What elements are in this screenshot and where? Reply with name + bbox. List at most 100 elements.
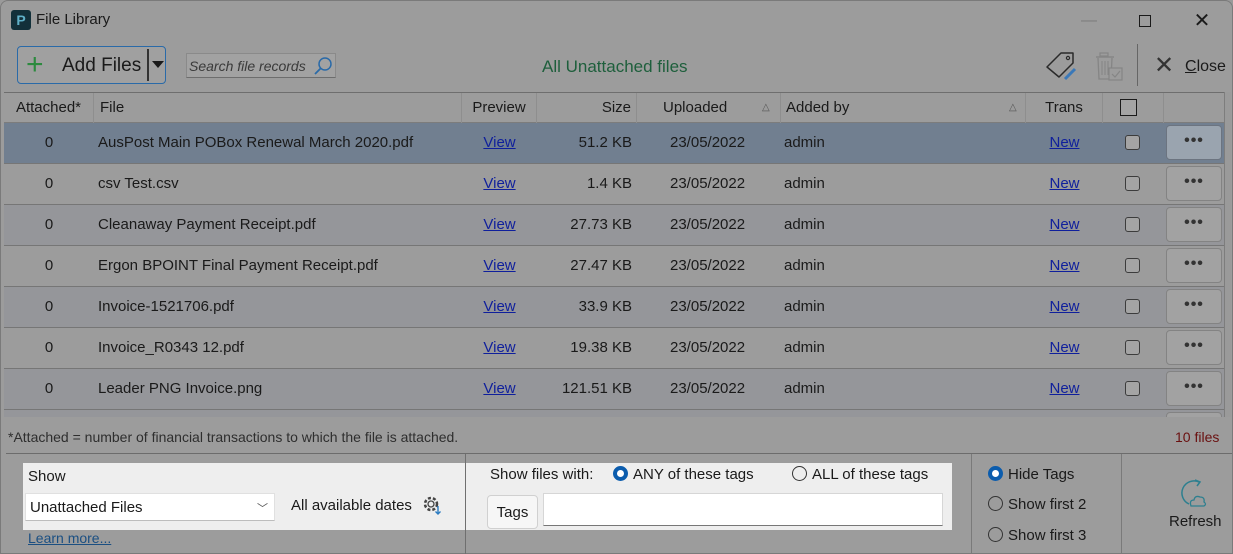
attached-count: 0 — [44, 380, 54, 397]
uploaded-date: 23/05/2022 — [670, 134, 746, 151]
row-more-button[interactable] — [1166, 412, 1222, 417]
new-transaction-link[interactable]: New — [1049, 298, 1079, 315]
row-more-button[interactable]: ••• — [1166, 207, 1222, 242]
table-row-partial[interactable] — [4, 410, 1230, 417]
footer-divider — [6, 453, 1232, 454]
file-size: 51.2 KB — [578, 134, 632, 151]
added-by: admin — [784, 216, 825, 233]
row-checkbox[interactable] — [1125, 299, 1140, 314]
split-divider — [147, 49, 149, 81]
file-name: Invoice-1521706.pdf — [98, 298, 234, 315]
attached-count: 0 — [44, 257, 54, 274]
table-row[interactable]: 0 Invoice-1521706.pdf View 33.9 KB 23/05/202… — [4, 287, 1230, 328]
view-link[interactable]: View — [483, 298, 515, 315]
hide-tags-radio[interactable] — [988, 466, 1003, 481]
panel-divider — [1121, 454, 1122, 554]
attached-count: 0 — [44, 298, 54, 315]
show-select[interactable]: Unattached Files ﹀ — [25, 493, 275, 521]
show-select-value: Unattached Files — [30, 499, 143, 516]
view-link[interactable]: View — [483, 134, 515, 151]
any-tags-label[interactable]: ANY of these tags — [633, 466, 754, 483]
table-row[interactable]: 0 Ergon BPOINT Final Payment Receipt.pdf V… — [4, 246, 1230, 287]
tags-input[interactable] — [543, 493, 943, 526]
close-icon[interactable]: ✕ — [1154, 54, 1174, 78]
table-row[interactable]: 0 AusPost Main POBox Renewal March 2020.p… — [4, 123, 1230, 164]
tag-edit-icon[interactable] — [1043, 49, 1079, 83]
col-preview[interactable]: Preview — [462, 93, 537, 123]
new-transaction-link[interactable]: New — [1049, 339, 1079, 356]
show-first-3-label[interactable]: Show first 3 — [1008, 527, 1086, 544]
minimize-button[interactable]: — — [1069, 7, 1109, 35]
new-transaction-link[interactable]: New — [1049, 216, 1079, 233]
show-first-3-radio[interactable] — [988, 527, 1003, 542]
view-link[interactable]: View — [483, 257, 515, 274]
show-first-2-radio[interactable] — [988, 496, 1003, 511]
row-checkbox[interactable] — [1125, 135, 1140, 150]
file-name: Invoice_R0343 12.pdf — [98, 339, 244, 356]
view-link[interactable]: View — [483, 175, 515, 192]
dropdown-caret-icon[interactable] — [152, 61, 164, 68]
search-icon[interactable] — [313, 56, 333, 76]
row-more-button[interactable]: ••• — [1166, 371, 1222, 406]
row-more-button[interactable]: ••• — [1166, 166, 1222, 201]
add-files-button[interactable]: + Add Files — [17, 46, 166, 84]
col-uploaded[interactable]: Uploaded △ — [637, 93, 781, 123]
table-row[interactable]: 0 Leader PNG Invoice.png View 121.51 KB 23/0… — [4, 369, 1230, 410]
row-more-button[interactable]: ••• — [1166, 248, 1222, 283]
view-link[interactable]: View — [483, 380, 515, 397]
maximize-icon — [1139, 14, 1151, 27]
date-range-label: All available dates — [291, 497, 412, 514]
search-box — [186, 53, 336, 78]
view-heading: All Unattached files — [542, 57, 688, 76]
grid-scrollbar[interactable] — [1224, 92, 1231, 417]
row-checkbox[interactable] — [1125, 258, 1140, 273]
refresh-icon[interactable] — [1175, 476, 1211, 512]
table-row[interactable]: 0 Invoice_R0343 12.pdf View 19.38 KB 23/05/2… — [4, 328, 1230, 369]
learn-more-link[interactable]: Learn more... — [28, 530, 111, 546]
col-attached[interactable]: Attached* — [4, 93, 94, 123]
attached-footnote: *Attached = number of financial transact… — [8, 429, 459, 445]
refresh-button[interactable]: Refresh — [1169, 513, 1222, 530]
hide-tags-label[interactable]: Hide Tags — [1008, 466, 1074, 483]
table-row[interactable]: 0 Cleanaway Payment Receipt.pdf View 27.73 … — [4, 205, 1230, 246]
all-tags-radio[interactable] — [792, 466, 807, 481]
row-more-button[interactable]: ••• — [1166, 125, 1222, 160]
added-by: admin — [784, 298, 825, 315]
new-transaction-link[interactable]: New — [1049, 175, 1079, 192]
view-link[interactable]: View — [483, 216, 515, 233]
maximize-button[interactable] — [1125, 7, 1165, 35]
toolbar-divider — [1137, 44, 1138, 86]
new-transaction-link[interactable]: New — [1049, 257, 1079, 274]
add-files-label: Add Files — [62, 55, 142, 76]
row-checkbox[interactable] — [1125, 176, 1140, 191]
row-more-button[interactable]: ••• — [1166, 330, 1222, 365]
col-file[interactable]: File — [94, 93, 462, 123]
new-transaction-link[interactable]: New — [1049, 380, 1079, 397]
any-tags-radio[interactable] — [613, 466, 628, 481]
tags-button[interactable]: Tags — [487, 495, 538, 529]
window-close-button[interactable]: ✕ — [1182, 7, 1222, 35]
file-name: Leader PNG Invoice.png — [98, 380, 263, 397]
added-by: admin — [784, 134, 825, 151]
files-grid: Attached* File Preview Size Uploaded △ Ad… — [4, 92, 1230, 417]
row-checkbox[interactable] — [1125, 217, 1140, 232]
all-tags-label[interactable]: ALL of these tags — [812, 466, 928, 483]
row-checkbox[interactable] — [1125, 340, 1140, 355]
date-settings-gear-icon[interactable] — [421, 494, 443, 516]
col-added-by[interactable]: Added by △ — [781, 93, 1026, 123]
col-size[interactable]: Size — [537, 93, 637, 123]
col-trans[interactable]: Trans — [1026, 93, 1103, 123]
uploaded-date: 23/05/2022 — [670, 298, 746, 315]
row-checkbox[interactable] — [1125, 381, 1140, 396]
view-link[interactable]: View — [483, 339, 515, 356]
uploaded-date: 23/05/2022 — [670, 257, 746, 274]
show-first-2-label[interactable]: Show first 2 — [1008, 496, 1086, 513]
row-more-button[interactable]: ••• — [1166, 289, 1222, 324]
search-input[interactable] — [189, 56, 309, 75]
close-button[interactable]: Close — [1185, 58, 1226, 76]
new-transaction-link[interactable]: New — [1049, 134, 1079, 151]
delete-checked-icon[interactable] — [1094, 49, 1126, 83]
added-by: admin — [784, 175, 825, 192]
select-all-checkbox[interactable] — [1120, 99, 1137, 116]
table-row[interactable]: 0 csv Test.csv View 1.4 KB 23/05/2022 admin Ne… — [4, 164, 1230, 205]
